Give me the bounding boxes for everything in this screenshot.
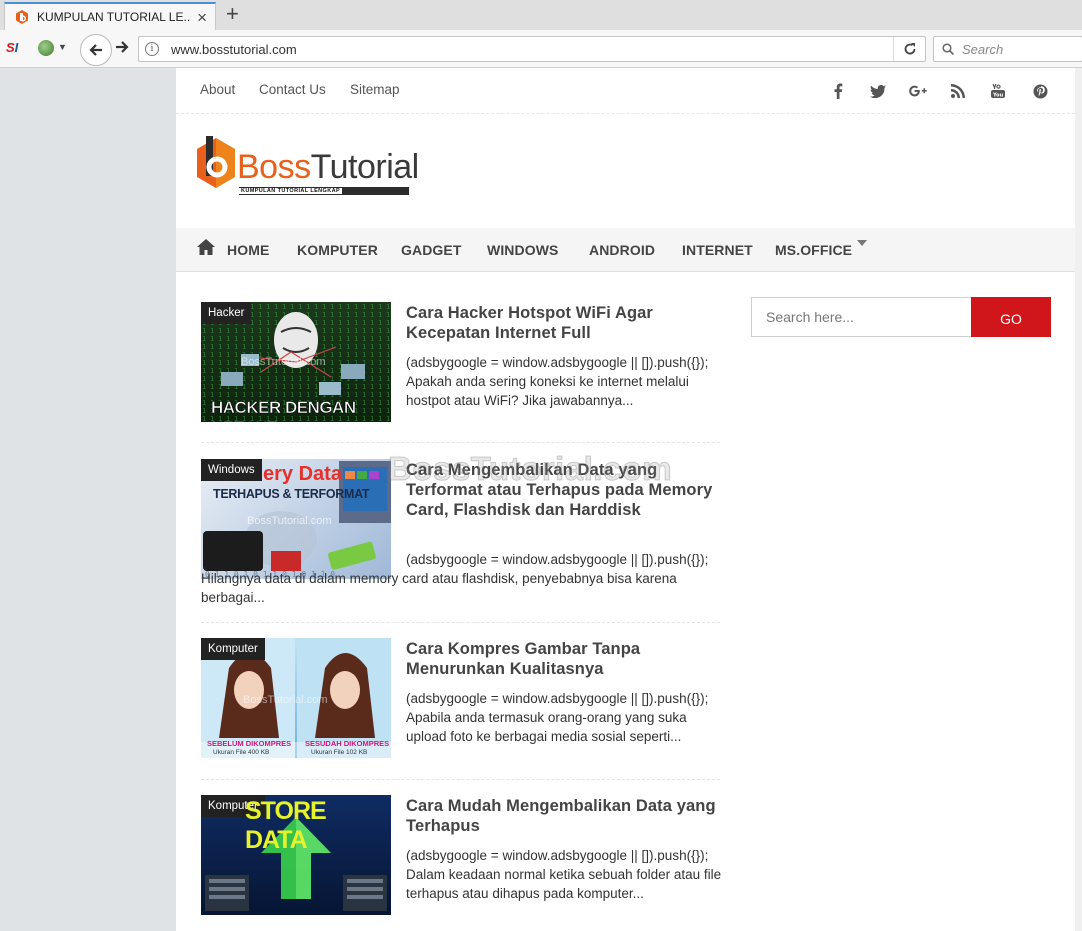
logo-word-tutorial: Tutorial: [310, 148, 420, 186]
nav-item-gadget[interactable]: GADGET: [401, 242, 462, 258]
sidebar-search-input[interactable]: [751, 297, 971, 337]
post-title[interactable]: Cara Kompres Gambar Tanpa Menurunkan Kua…: [406, 639, 716, 679]
main-navigation: HOME KOMPUTER GADGET WINDOWS ANDROID INT…: [176, 228, 1075, 272]
si-extension-s: S: [6, 40, 15, 55]
top-navigation: About Contact Us Sitemap You: [176, 68, 1075, 114]
browser-tab-bar: KUMPULAN TUTORIAL LE... × +: [0, 0, 1082, 30]
address-bar[interactable]: i www.bosstutorial.com: [138, 36, 926, 62]
si-extension-icon[interactable]: SI: [6, 40, 18, 55]
logo-tagline: KUMPULAN TUTORIAL LENGKAP: [239, 187, 409, 195]
back-button[interactable]: [80, 34, 112, 66]
reload-icon: [904, 43, 915, 55]
page-scrollbar[interactable]: [1075, 68, 1082, 931]
thumb-watermark: BossTutorial.com: [247, 515, 332, 527]
post-item: STORE DATA Komputer Cara Mudah Mengembal…: [201, 795, 721, 931]
post-excerpt: (adsbygoogle = window.adsbygoogle || [])…: [406, 355, 709, 408]
nav-item-home[interactable]: HOME: [227, 242, 269, 258]
post-title[interactable]: Cara Mudah Mengembalikan Data yang Terha…: [406, 796, 716, 836]
new-tab-button[interactable]: +: [226, 3, 239, 25]
site-logo[interactable]: BossTutorial KUMPULAN TUTORIAL LENGKAP: [195, 134, 419, 198]
reload-button[interactable]: [893, 37, 925, 61]
url-text[interactable]: www.bosstutorial.com: [171, 42, 893, 57]
nav-item-komputer[interactable]: KOMPUTER: [297, 242, 378, 258]
thumb-caption: STORE DATA: [245, 797, 327, 854]
logo-mark-icon: [197, 136, 235, 188]
top-link-contact[interactable]: Contact Us: [259, 82, 326, 97]
pinterest-icon[interactable]: [1030, 81, 1050, 101]
extension-globe-icon[interactable]: [38, 40, 54, 56]
post-thumbnail[interactable]: BossTutorial.com SEBELUM DIKOMPRES SESUD…: [201, 638, 391, 758]
site-info-icon[interactable]: i: [145, 42, 159, 56]
logo-tagline-text: KUMPULAN TUTORIAL LENGKAP: [239, 188, 343, 194]
post-thumbnail[interactable]: 1 BossTutorial.com HACKER DENGAN NETCUT …: [201, 302, 391, 422]
thumb-watermark: BossTutorial.com: [243, 694, 328, 706]
browser-tab[interactable]: KUMPULAN TUTORIAL LE... ×: [4, 2, 216, 30]
thumb-caption-recovery: ery Data: [263, 463, 342, 485]
site-favicon-icon: [16, 10, 28, 24]
twitter-icon[interactable]: [868, 81, 888, 101]
nav-item-internet[interactable]: INTERNET: [682, 242, 753, 258]
forward-button[interactable]: [114, 39, 130, 60]
svg-text:You: You: [992, 93, 1004, 99]
thumb-caption-subtitle: TERHAPUS & TERFORMAT: [213, 487, 370, 501]
top-link-sitemap[interactable]: Sitemap: [350, 82, 400, 97]
web-page: About Contact Us Sitemap You BossTutoria…: [176, 68, 1075, 931]
thumb-size-after: Ukuran File 102 KB: [311, 749, 368, 756]
category-badge[interactable]: Hacker: [201, 302, 252, 324]
nav-item-windows[interactable]: WINDOWS: [487, 242, 558, 258]
post-item: 1 BossTutorial.com HACKER DENGAN NETCUT …: [201, 302, 720, 443]
post-item: BossTutorial.com SEBELUM DIKOMPRES SESUD…: [201, 638, 720, 780]
nav-item-android[interactable]: ANDROID: [589, 242, 655, 258]
search-icon: [942, 43, 954, 55]
rss-icon[interactable]: [948, 81, 968, 101]
chevron-down-icon[interactable]: [857, 240, 867, 246]
nav-item-msoffice[interactable]: MS.OFFICE: [775, 242, 852, 258]
thumb-caption: HACKER DENGAN NETCUT: [211, 398, 357, 422]
category-badge[interactable]: Windows: [201, 459, 262, 481]
facebook-icon[interactable]: [828, 81, 848, 101]
home-icon[interactable]: [196, 238, 216, 256]
thumb-caption-after: SESUDAH DIKOMPRES: [305, 739, 390, 748]
forward-arrow-icon: [116, 41, 129, 53]
category-badge[interactable]: Komputer: [201, 638, 265, 660]
logo-word-boss: Boss: [237, 148, 311, 186]
back-arrow-icon: [89, 44, 102, 56]
tab-close-icon[interactable]: ×: [197, 9, 207, 26]
si-extension-i: I: [14, 40, 19, 55]
post-excerpt: (adsbygoogle = window.adsbygoogle || [])…: [201, 552, 709, 605]
thumb-size-before: Ukuran File 400 KB: [213, 749, 270, 756]
post-excerpt: (adsbygoogle = window.adsbygoogle || [])…: [406, 848, 722, 901]
youtube-icon[interactable]: You: [988, 81, 1008, 101]
browser-search-input[interactable]: [962, 41, 1082, 57]
google-plus-icon[interactable]: [908, 81, 928, 101]
extension-caret-icon[interactable]: ▼: [58, 42, 67, 52]
sidebar-search: GO: [751, 297, 1051, 337]
thumb-watermark: BossTutorial.com: [241, 356, 326, 368]
logo-wordmark: BossTutorial: [237, 150, 419, 184]
post-title[interactable]: Cara Mengembalikan Data yang Terformat a…: [406, 460, 716, 520]
post-thumbnail[interactable]: STORE DATA Komputer: [201, 795, 391, 915]
browser-toolbar: SI ▼ i www.bosstutorial.com: [0, 30, 1082, 68]
go-button[interactable]: GO: [971, 297, 1051, 337]
post-excerpt: (adsbygoogle = window.adsbygoogle || [])…: [406, 691, 709, 744]
tab-title: KUMPULAN TUTORIAL LE...: [37, 10, 192, 24]
post-item: 0 1 1 0 1 0 1 1 0 1 0 1 1 0 ery Data TER…: [201, 459, 720, 623]
thumb-caption-before: SEBELUM DIKOMPRES: [207, 739, 292, 748]
browser-search-box[interactable]: [933, 36, 1082, 62]
post-title[interactable]: Cara Hacker Hotspot WiFi Agar Kecepatan …: [406, 303, 716, 343]
top-link-about[interactable]: About: [200, 82, 235, 97]
